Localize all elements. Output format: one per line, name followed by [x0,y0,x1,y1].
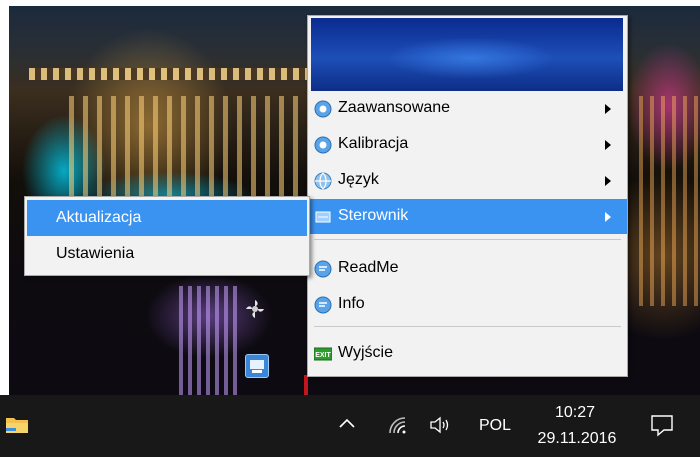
info-bubble-icon [314,260,332,278]
menu-item-label: ReadMe [338,259,399,276]
menu-item-wyjscie[interactable]: EXIT Wyjście [308,336,627,371]
clock-time[interactable]: 10:27 [540,404,610,422]
info-bubble-icon [314,296,332,314]
taskbar: POL 10:27 29.11.2016 [0,395,700,457]
menu-item-info[interactable]: Info [308,287,627,322]
volume-icon[interactable] [428,413,454,437]
submenu-arrow-icon [605,104,611,114]
menu-separator [314,239,621,240]
menu-item-label: Sterownik [338,207,409,224]
menu-item-label: Kalibracja [338,135,409,152]
gear-globe-icon [314,100,332,118]
driver-icon [315,211,331,223]
menu-item-readme[interactable]: ReadMe [308,251,627,286]
app-tray-icon[interactable] [245,354,269,378]
submenu-arrow-icon [605,212,611,222]
chevron-up-icon[interactable] [336,413,358,433]
submenu-arrow-icon [605,176,611,186]
menu-item-label: Wyjście [338,344,393,361]
file-explorer-icon[interactable] [6,415,28,433]
menu-item-label: Język [338,171,379,188]
window-frame-left [0,0,9,395]
submenu-arrow-icon [605,140,611,150]
submenu-item-aktualizacja[interactable]: Aktualizacja [27,200,307,236]
menu-item-kalibracja[interactable]: Kalibracja [308,127,627,162]
clock-date[interactable]: 29.11.2016 [529,430,625,448]
tray-context-menu: Zaawansowane Kalibracja Język Sterownik [307,15,628,377]
menu-item-zaawansowane[interactable]: Zaawansowane [308,91,627,126]
submenu-item-ustawienia[interactable]: Ustawienia [27,236,307,272]
action-center-icon[interactable] [650,413,674,437]
svg-text:EXIT: EXIT [315,352,331,359]
wallpaper-reflection [639,96,700,306]
menu-item-label: Zaawansowane [338,99,451,116]
wallpaper-bridge-lights [29,68,309,80]
input-language-indicator[interactable]: POL [479,417,511,435]
wallpaper-reflection [179,286,239,396]
gear-globe-icon [314,136,332,154]
menu-item-label: Info [338,295,365,312]
menu-banner-image [311,18,623,91]
submenu-item-label: Ustawienia [56,245,135,262]
exit-icon: EXIT [314,347,332,361]
sterownik-submenu: Aktualizacja Ustawienia [24,196,310,276]
wallpaper-reflection [69,96,309,196]
fan-tray-icon[interactable] [244,298,266,320]
wifi-icon[interactable] [385,413,409,437]
menu-item-sterownik[interactable]: Sterownik [308,199,627,234]
menu-item-jezyk[interactable]: Język [308,163,627,198]
tray-indicator-bar [304,375,308,395]
globe-icon [314,172,332,190]
submenu-item-label: Aktualizacja [56,209,142,226]
menu-separator [314,326,621,327]
